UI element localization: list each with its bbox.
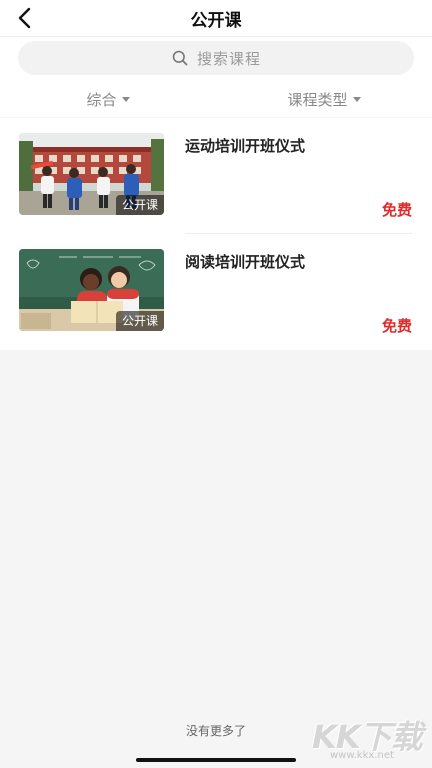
filter-course-type-label: 课程类型: [287, 90, 348, 109]
course-tag: 公开课: [115, 311, 164, 331]
filter-sort-label: 综合: [86, 90, 117, 109]
course-title: 运动培训开班仪式: [185, 137, 306, 155]
search-section: 搜索课程: [0, 37, 432, 81]
search-input[interactable]: 搜索课程: [18, 41, 414, 75]
home-indicator[interactable]: [136, 758, 296, 762]
course-thumbnail: 公开课: [19, 249, 164, 331]
filter-bar: 综合 课程类型: [0, 81, 432, 117]
course-price: 免费: [381, 317, 412, 335]
course-title: 阅读培训开班仪式: [185, 253, 306, 271]
caret-down-icon: [121, 96, 130, 102]
filter-sort-dropdown[interactable]: 综合: [0, 81, 216, 117]
top-bar: 公开课: [0, 0, 432, 37]
course-price: 免费: [381, 201, 412, 219]
caret-down-icon: [352, 96, 361, 102]
course-tag: 公开课: [115, 195, 164, 215]
watermark-url: www.kkx.net: [330, 750, 394, 761]
search-placeholder: 搜索课程: [196, 49, 261, 68]
course-item[interactable]: 公开课 运动培训开班仪式 免费: [0, 118, 432, 234]
watermark-logo: KK下载 www.kkx.net: [312, 712, 430, 766]
course-item[interactable]: 公开课 阅读培训开班仪式 免费: [0, 234, 432, 350]
course-list: 公开课 运动培训开班仪式 免费 公开课 阅读培训开班仪式 免费: [0, 118, 432, 350]
filter-course-type-dropdown[interactable]: 课程类型: [216, 81, 432, 117]
course-thumbnail: 公开课: [19, 133, 164, 215]
search-icon: [171, 49, 189, 67]
page-title: 公开课: [190, 11, 242, 31]
